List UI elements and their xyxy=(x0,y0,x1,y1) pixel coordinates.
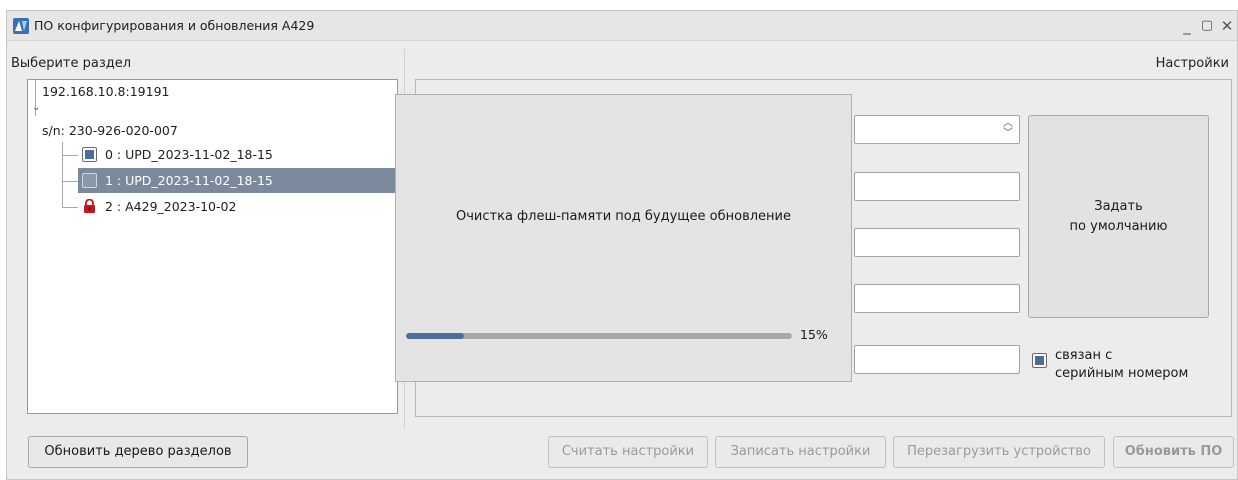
progress-bar xyxy=(406,333,792,339)
partition-checkbox[interactable] xyxy=(82,173,97,188)
tree-guide-line xyxy=(62,181,78,182)
settings-field-4[interactable] xyxy=(854,345,1020,374)
main-window: ПО конфигурирования и обновления A429 _ … xyxy=(6,10,1238,480)
select-section-label: Выберите раздел xyxy=(11,56,132,71)
tree-partition-0[interactable]: 0 : UPD_2023-11-02_18-15 xyxy=(78,142,398,167)
tree-guide-line xyxy=(62,207,78,208)
tree-partition-2[interactable]: 2 : A429_2023-10-02 xyxy=(78,194,398,219)
read-settings-button[interactable]: Считать настройки xyxy=(548,436,708,468)
minimize-button[interactable]: _ xyxy=(1177,15,1197,37)
settings-spinbox[interactable]: ︿ ﹀ xyxy=(854,115,1020,144)
settings-field-2[interactable] xyxy=(854,228,1020,257)
app-logo-icon xyxy=(13,18,29,34)
progress-message: Очистка флеш-памяти под будущее обновлен… xyxy=(456,209,791,224)
serial-label-line2: серийным номером xyxy=(1055,366,1189,381)
tree-partition-1[interactable]: 1 : UPD_2023-11-02_18-15 xyxy=(78,168,398,193)
progress-dialog: Очистка флеш-памяти под будущее обновлен… xyxy=(395,94,852,382)
partition-label: 1 : UPD_2023-11-02_18-15 xyxy=(105,173,273,188)
tree-host-node[interactable]: 192.168.10.8:19191 xyxy=(42,84,169,99)
settings-field-3[interactable] xyxy=(854,284,1020,313)
progress-bar-fill xyxy=(406,333,464,339)
tree-device-node[interactable]: s/n: 230-926-020-007 xyxy=(42,123,178,138)
update-firmware-button[interactable]: Обновить ПО xyxy=(1113,436,1234,468)
set-default-line1: Задать xyxy=(1094,198,1143,214)
partition-label: 2 : A429_2023-10-02 xyxy=(105,199,237,214)
serial-checkbox[interactable] xyxy=(1032,353,1047,368)
refresh-tree-button[interactable]: Обновить дерево разделов xyxy=(28,436,248,468)
lock-icon xyxy=(84,199,95,213)
settings-label: Настройки xyxy=(1155,56,1229,71)
serial-label-line1: связан с xyxy=(1055,348,1113,363)
reboot-device-button[interactable]: Перезагрузить устройство xyxy=(893,436,1105,468)
set-default-button[interactable]: Задать по умолчанию xyxy=(1028,115,1209,318)
expand-toggle-icon[interactable]: ⌄ xyxy=(32,102,40,113)
partition-checkbox[interactable] xyxy=(82,147,97,162)
settings-field-1[interactable] xyxy=(854,172,1020,201)
close-button[interactable]: ✕ xyxy=(1217,15,1237,37)
title-bar[interactable]: ПО конфигурирования и обновления A429 _ … xyxy=(7,11,1237,41)
write-settings-button[interactable]: Записать настройки xyxy=(715,436,886,468)
partition-label: 0 : UPD_2023-11-02_18-15 xyxy=(105,147,273,162)
tree-guide-line xyxy=(62,142,63,207)
window-title: ПО конфигурирования и обновления A429 xyxy=(34,18,315,33)
spin-arrows-icon[interactable]: ︿ ﹀ xyxy=(1003,119,1013,139)
set-default-line2: по умолчанию xyxy=(1069,218,1168,234)
maximize-button[interactable]: ▢ xyxy=(1197,15,1217,37)
progress-percent: 15% xyxy=(800,327,828,342)
tree-guide-line xyxy=(62,155,78,156)
partition-tree[interactable]: 192.168.10.8:19191 ⌄ s/n: 230-926-020-00… xyxy=(27,79,398,414)
